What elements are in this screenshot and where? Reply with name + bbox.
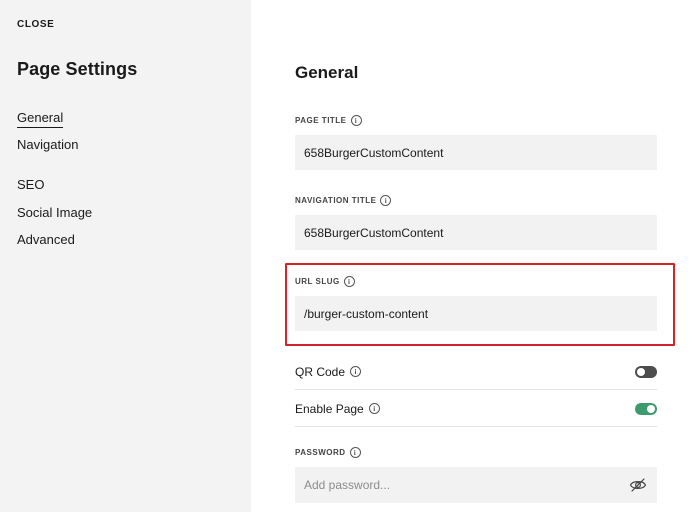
sidebar: CLOSE Page Settings General Navigation S… [0,0,251,512]
qr-code-toggle[interactable] [635,365,657,378]
info-icon[interactable]: i [349,447,361,458]
url-slug-input[interactable] [295,296,657,331]
enable-page-label-text: Enable Page [295,401,364,416]
password-label-text: PASSWORD [295,448,346,457]
toggle-knob [637,367,645,376]
navigation-title-input[interactable] [295,215,657,250]
page-title-input[interactable] [295,135,657,170]
navigation-title-label: NAVIGATION TITLE i [295,195,392,206]
info-icon[interactable]: i [343,276,355,287]
eye-slash-icon[interactable] [629,476,647,494]
qr-code-label: QR Code i [295,364,362,379]
close-button[interactable]: CLOSE [17,19,54,30]
url-slug-label: URL SLUG i [295,276,355,287]
info-icon[interactable]: i [350,366,362,377]
section-title: General [295,63,359,82]
info-icon[interactable]: i [368,403,380,414]
info-icon[interactable]: i [380,195,392,206]
page-title-label-text: PAGE TITLE [295,116,347,125]
sidebar-item-advanced[interactable]: Advanced [17,232,75,247]
enable-page-row: Enable Page i [295,391,657,427]
qr-code-row: QR Code i [295,354,657,390]
sidebar-item-social-image[interactable]: Social Image [17,205,92,220]
sidebar-item-general[interactable]: General [17,110,64,128]
password-label: PASSWORD i [295,447,361,458]
sidebar-title: Page Settings [17,59,138,79]
toggle-knob [647,404,655,413]
sidebar-item-seo[interactable]: SEO [17,177,44,192]
url-slug-label-text: URL SLUG [295,277,340,286]
info-icon[interactable]: i [350,115,362,126]
password-field-wrapper [295,467,657,503]
navigation-title-label-text: NAVIGATION TITLE [295,196,377,205]
password-input[interactable] [295,467,657,503]
qr-code-label-text: QR Code [295,364,346,379]
sidebar-item-navigation[interactable]: Navigation [17,137,78,152]
main-content: General PAGE TITLE i NAVIGATION TITLE i … [251,0,700,512]
page-settings-panel: CLOSE Page Settings General Navigation S… [0,0,700,512]
page-title-label: PAGE TITLE i [295,115,362,126]
enable-page-label: Enable Page i [295,402,380,416]
enable-page-toggle[interactable] [635,402,657,415]
